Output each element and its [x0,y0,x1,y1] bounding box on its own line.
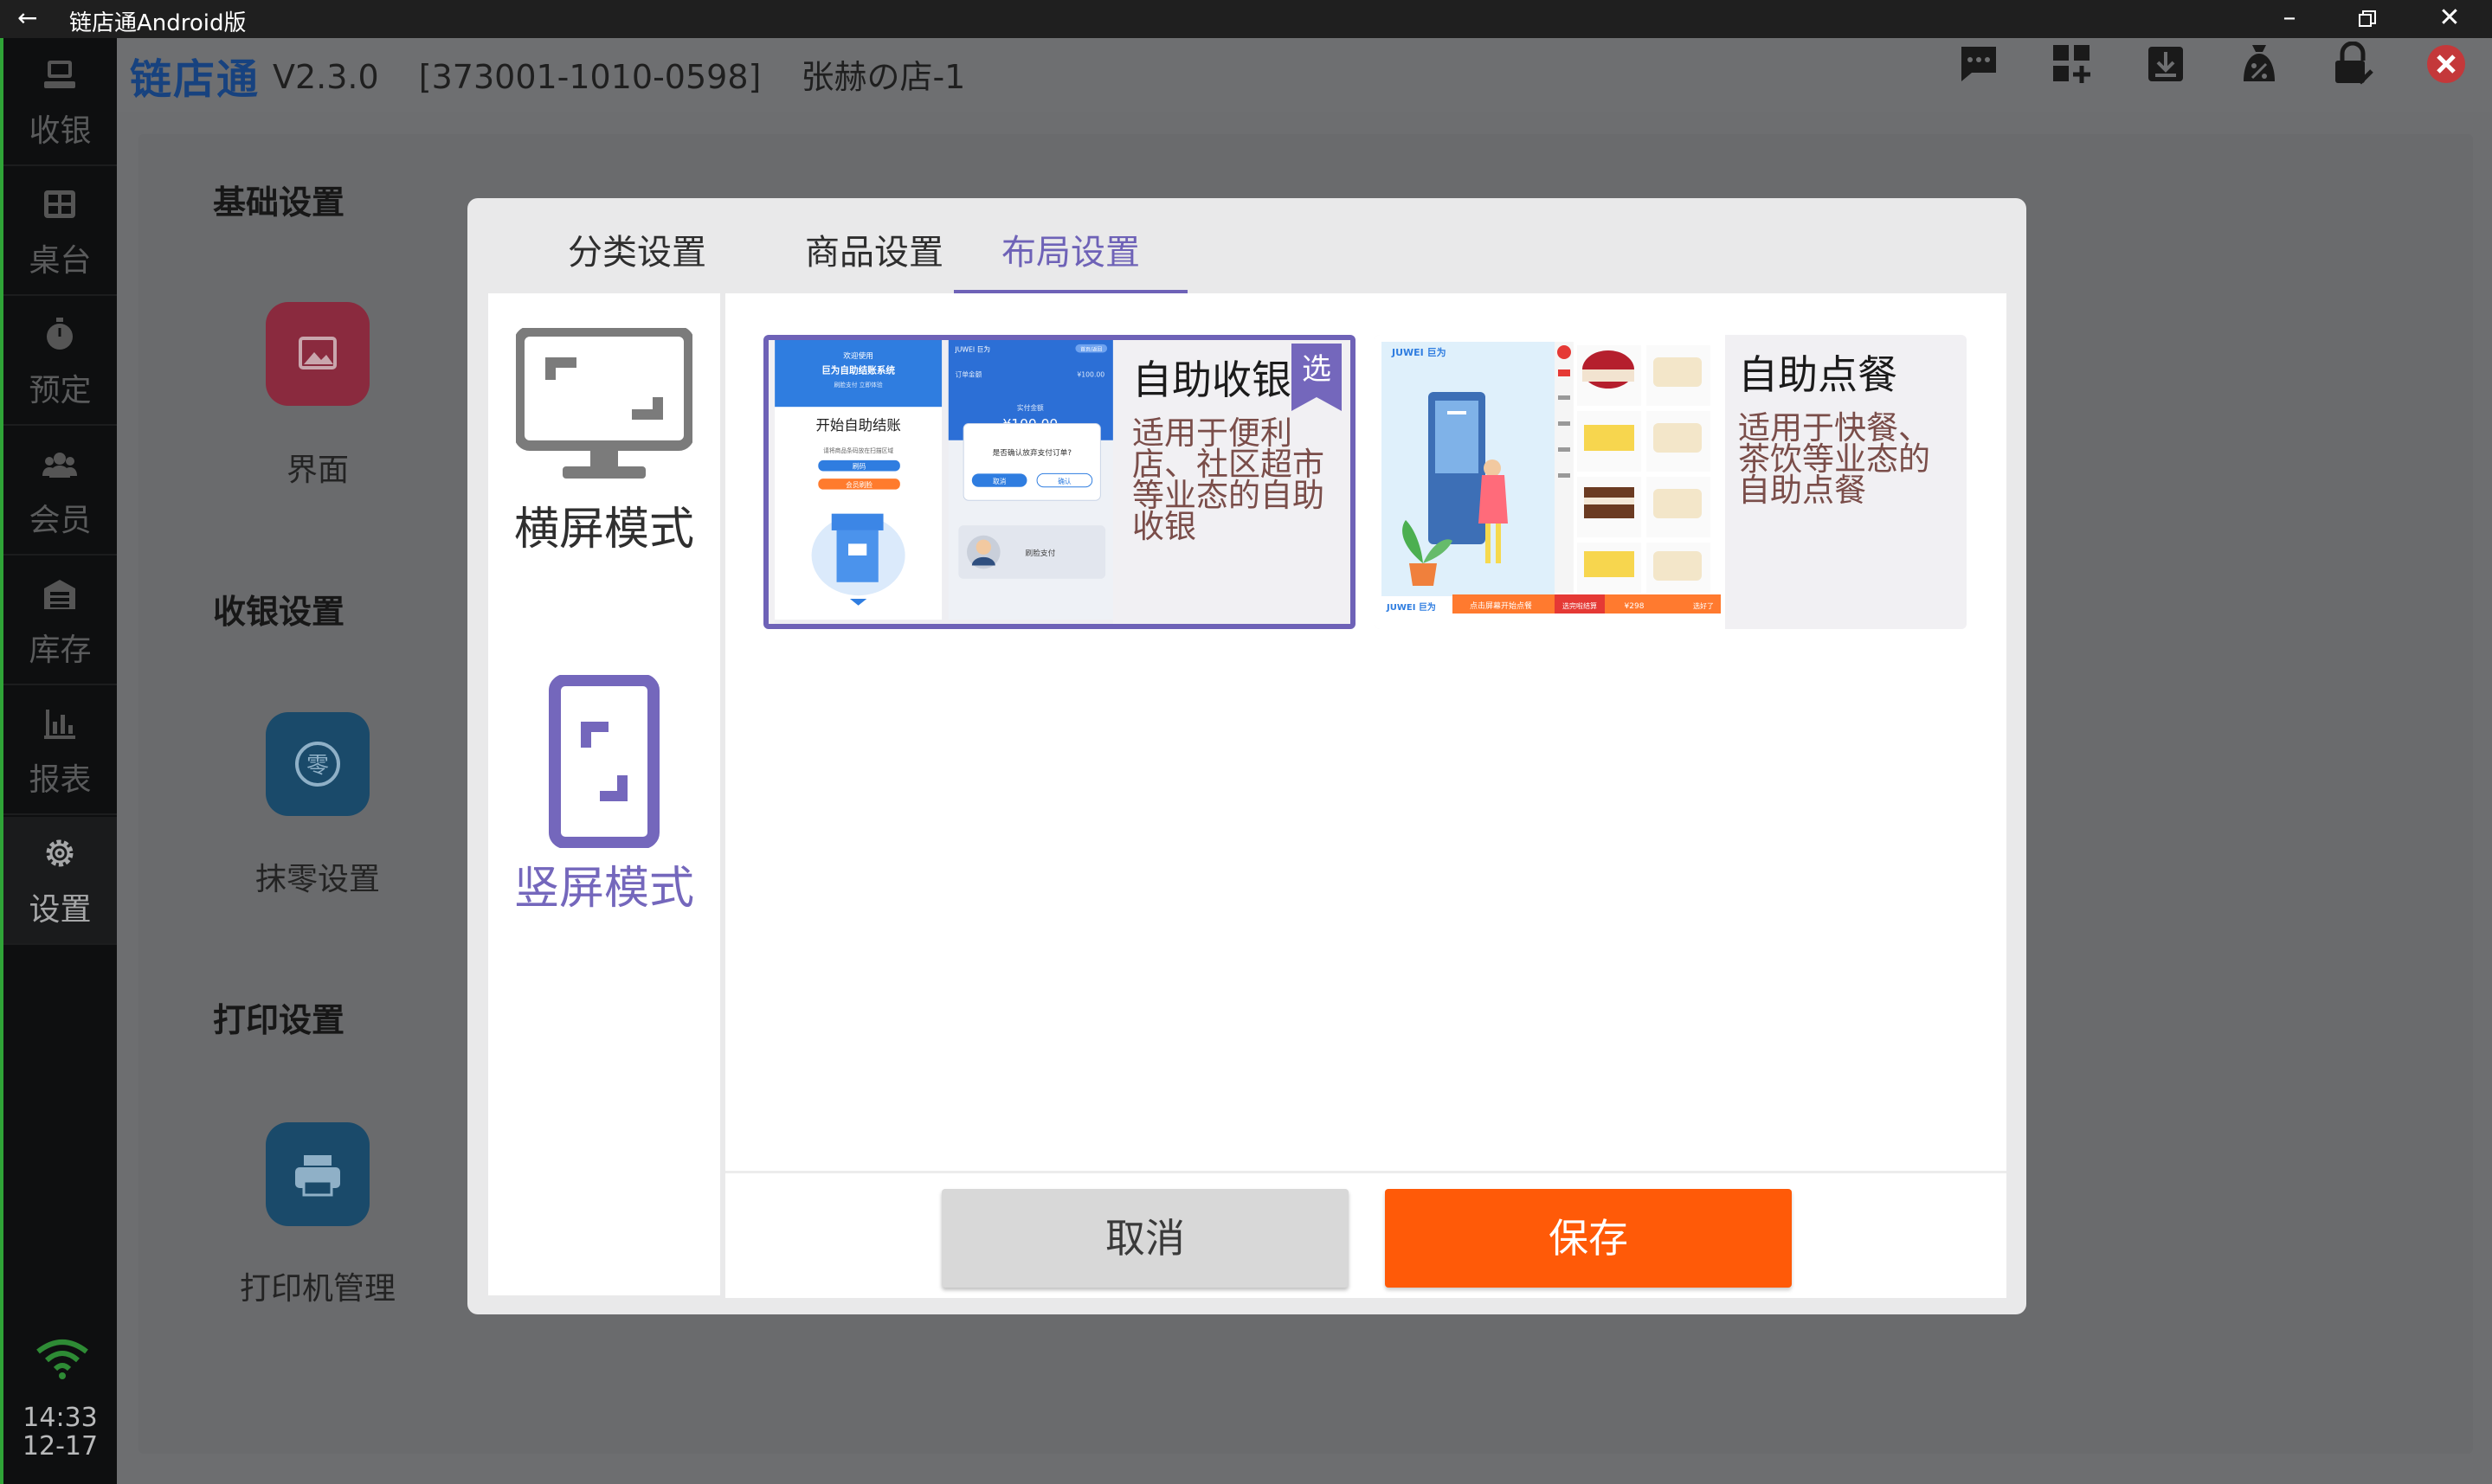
orientation-pane: 横屏模式 竖屏模式 [488,293,720,1295]
svg-text:刷脸支付 立即体验: 刷脸支付 立即体验 [834,381,883,389]
self-ordering-preview: JUWEI 巨为 JUWEI 巨为 点击屏幕开始点餐 选完啦结算 ¥298 选好… [1375,335,1725,629]
nav-label: 报表 [29,762,92,798]
members-icon [42,453,77,478]
add-widget-icon[interactable] [2050,42,2095,87]
section-title-print: 打印设置 [213,1001,345,1039]
svg-text:开始自助结账: 开始自助结账 [815,417,900,434]
clock-time: 14:33 [23,1403,98,1433]
download-icon[interactable] [2143,42,2188,87]
printer-icon[interactable] [266,1122,370,1226]
svg-text:会员刷脸: 会员刷脸 [846,480,873,489]
landscape-mode-option[interactable]: 横屏模式 [488,326,720,557]
layout-desc-self-ordering: 适用于快餐、茶饮等业态的自助点餐 [1738,409,1930,509]
svg-text:JUWEI 巨为: JUWEI 巨为 [955,345,991,354]
nav-item-cashier[interactable]: 收银 [3,38,117,166]
device-id: [373001-1010-0598] [418,58,762,96]
landscape-mode-label: 横屏模式 [513,504,694,556]
svg-text:是否确认放弃支付订单?: 是否确认放弃支付订单? [993,447,1072,458]
store-name: 张赫の店-1 [801,58,966,96]
svg-text:刷码: 刷码 [853,463,866,471]
svg-text:请将商品条码放在扫描区域: 请将商品条码放在扫描区域 [823,446,893,454]
bar-chart-icon [44,710,75,739]
selected-badge-text: 选 [1302,352,1331,387]
svg-text:选完啦结算: 选完啦结算 [1562,601,1597,610]
window-title-bar: ← 链店通Android版 – ✕ [0,0,2492,38]
table-grid-icon [44,190,75,218]
tab-category-settings[interactable]: 分类设置 [516,226,758,295]
discount-bag-icon[interactable] [2237,42,2282,87]
sidebar-nav: 收银 桌台 预定 会员 库存 报表 设置 14:33 12-17 [0,38,117,1484]
nav-label: 库存 [29,633,92,668]
tab-layout-settings[interactable]: 布局设置 [954,226,1188,295]
svg-text:首页/返回: 首页/返回 [1080,346,1102,353]
window-close-icon[interactable]: ✕ [2411,0,2489,38]
svg-text:点击屏幕开始点餐: 点击屏幕开始点餐 [1470,601,1532,611]
layout-options-pane: 欢迎使用 巨为自助结账系统 刷脸支付 立即体验 开始自助结账 请将商品条码放在扫… [725,293,2006,1298]
back-arrow-icon[interactable]: ← [17,3,37,32]
nav-label: 设置 [29,892,92,928]
nav-item-reservation[interactable]: 预定 [3,298,117,426]
dialog-footer: 取消 保存 [725,1171,2006,1298]
svg-text:欢迎使用: 欢迎使用 [843,350,873,361]
portrait-tablet-icon [549,674,660,849]
svg-text:JUWEI 巨为: JUWEI 巨为 [1386,601,1436,613]
nav-label: 会员 [29,503,92,538]
nav-label: 桌台 [29,243,92,279]
nav-item-settings[interactable]: 设置 [3,817,117,945]
svg-text:订单金额: 订单金额 [956,369,982,378]
save-button[interactable]: 保存 [1385,1189,1792,1288]
restore-icon[interactable] [2328,0,2406,38]
wifi-icon [36,1339,88,1379]
svg-text:巨为自助结账系统: 巨为自助结账系统 [821,365,895,376]
svg-text:¥100.00: ¥100.00 [1077,370,1104,378]
cash-register-icon [44,61,75,88]
layout-card-self-ordering[interactable]: JUWEI 巨为 JUWEI 巨为 点击屏幕开始点餐 选完啦结算 ¥298 选好… [1375,335,1967,629]
layout-desc-self-checkout: 适用于便利店、社区超市等业态的自助收银 [1132,414,1324,545]
nav-label: 收银 [29,113,92,149]
svg-text:取消: 取消 [993,477,1007,485]
layout-title-self-checkout: 自助收银 [1132,357,1291,403]
message-icon[interactable] [1956,42,2001,87]
tile-label-interface: 界面 [286,453,349,488]
nav-item-reports[interactable]: 报表 [3,687,117,815]
warehouse-icon [44,580,75,609]
section-title-cashier: 收银设置 [213,593,345,631]
layout-title-self-ordering: 自助点餐 [1738,351,1897,398]
image-icon[interactable] [266,302,370,406]
round-off-icon[interactable]: 零 [266,712,370,816]
svg-text:确认: 确认 [1058,477,1072,485]
nav-label: 预定 [29,373,92,408]
svg-text:零: 零 [306,753,329,779]
selected-badge: 选 [1291,344,1342,411]
minimize-icon[interactable]: – [2251,0,2328,38]
svg-text:选好了: 选好了 [1693,601,1714,610]
close-circle-icon[interactable] [2424,42,2469,87]
lock-check-icon[interactable] [2330,42,2375,87]
layout-settings-dialog: 分类设置 商品设置 布局设置 横屏模式 竖屏模式 欢迎使用 巨为自助结账系统 刷… [467,198,2026,1314]
nav-item-inventory[interactable]: 库存 [3,557,117,685]
portrait-mode-label: 竖屏模式 [513,863,694,915]
gear-icon [46,839,74,867]
svg-text:刷脸支付: 刷脸支付 [1026,548,1056,558]
portrait-mode-option[interactable]: 竖屏模式 [488,674,720,916]
svg-text:JUWEI 巨为: JUWEI 巨为 [1391,346,1446,358]
landscape-monitor-icon [514,326,694,479]
stopwatch-icon [47,318,73,350]
window-title: 链店通Android版 [69,10,247,36]
nav-item-members[interactable]: 会员 [3,427,117,556]
clock-date: 12-17 [22,1431,99,1462]
cancel-button[interactable]: 取消 [942,1189,1349,1288]
app-version: V2.3.0 [273,58,379,96]
svg-text:¥298: ¥298 [1625,602,1645,611]
brand-logo: 链店通 [130,55,261,104]
self-checkout-preview: 欢迎使用 巨为自助结账系统 刷脸支付 立即体验 开始自助结账 请将商品条码放在扫… [775,340,1113,624]
layout-card-self-checkout[interactable]: 欢迎使用 巨为自助结账系统 刷脸支付 立即体验 开始自助结账 请将商品条码放在扫… [763,335,1355,629]
nav-item-tables[interactable]: 桌台 [3,168,117,296]
tile-label-printer: 打印机管理 [239,1271,396,1307]
app-info: V2.3.0 [373001-1010-0598] 张赫の店-1 [273,50,995,98]
svg-text:实付金额: 实付金额 [1017,403,1044,412]
tile-label-rounding: 抹零设置 [254,862,380,897]
section-title-basic: 基础设置 [213,183,345,222]
